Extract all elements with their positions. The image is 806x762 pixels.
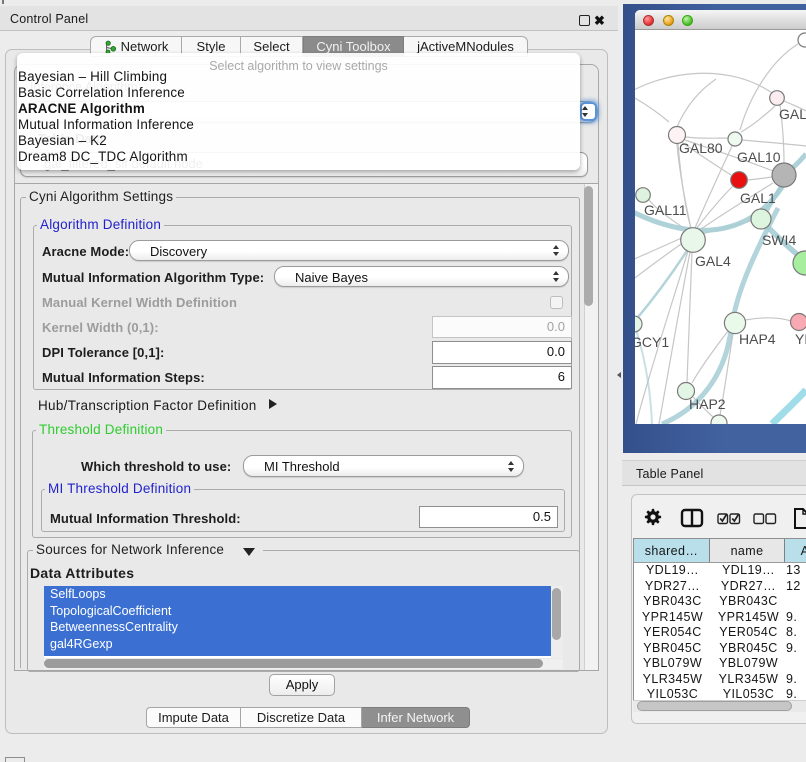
svg-text:GAL11: GAL11 [644, 202, 687, 218]
svg-text:YL: YL [795, 331, 806, 347]
svg-text:GCY1: GCY1 [635, 334, 669, 350]
svg-text:GAL4: GAL4 [695, 253, 731, 269]
svg-text:GAL1: GAL1 [740, 190, 776, 206]
svg-text:GAL10: GAL10 [737, 149, 781, 165]
svg-text:GAL2: GAL2 [779, 106, 806, 122]
svg-text:HAP2: HAP2 [689, 396, 726, 412]
svg-text:HAP4: HAP4 [739, 331, 776, 347]
svg-text:SWI4: SWI4 [762, 232, 796, 248]
svg-text:GAL80: GAL80 [679, 140, 723, 156]
